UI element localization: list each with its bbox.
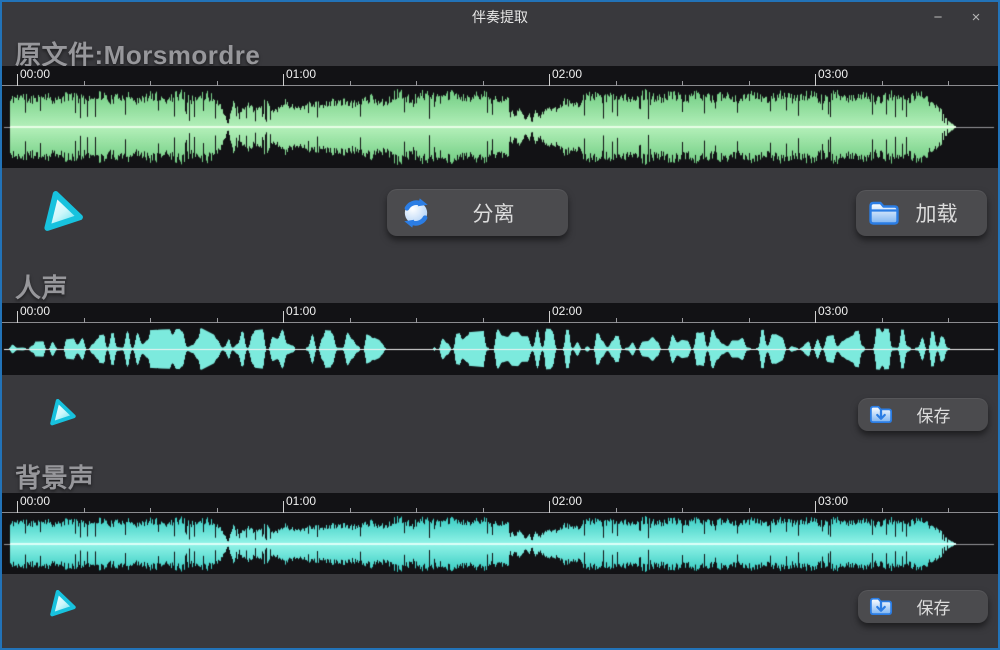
timeline-label: 02:00 — [552, 494, 582, 508]
timeline-label: 01:00 — [286, 67, 316, 81]
close-button[interactable]: × — [958, 2, 994, 32]
timeline-label: 00:00 — [20, 67, 50, 81]
vocals-waveform[interactable] — [2, 323, 998, 375]
timeline-label: 02:00 — [552, 304, 582, 318]
timeline-tick — [549, 501, 550, 513]
load-button[interactable]: 加载 — [856, 190, 987, 236]
timeline-tick — [549, 311, 550, 323]
separate-button[interactable]: 分离 — [387, 189, 568, 236]
timeline-label: 03:00 — [818, 67, 848, 81]
save-folder-icon — [869, 404, 893, 426]
background-waveform[interactable] — [2, 513, 998, 574]
sync-icon — [399, 196, 433, 230]
play-icon — [47, 194, 83, 234]
timeline-tick — [815, 311, 816, 323]
timeline-tick — [17, 501, 18, 513]
timeline-label: 00:00 — [20, 494, 50, 508]
timeline-tick — [283, 74, 284, 86]
timeline-label: 03:00 — [818, 494, 848, 508]
timeline-label: 00:00 — [20, 304, 50, 318]
window-title: 伴奏提取 — [2, 2, 998, 32]
play-icon — [52, 592, 76, 618]
save-background-label: 保存 — [893, 594, 988, 619]
timeline-tick — [17, 74, 18, 86]
timeline-label: 03:00 — [818, 304, 848, 318]
timeline-tick — [815, 501, 816, 513]
save-folder-icon — [869, 596, 893, 618]
vocals-title: 人声 — [15, 268, 68, 305]
original-wave-panel: 00:00 01:00 02:00 03:00 — [2, 66, 998, 168]
play-vocals-button[interactable] — [44, 395, 81, 432]
timeline-tick — [17, 311, 18, 323]
timeline-label: 01:00 — [286, 304, 316, 318]
separate-button-label: 分离 — [433, 198, 568, 228]
load-button-label: 加载 — [900, 198, 987, 228]
timeline-background: 00:00 01:00 02:00 03:00 — [2, 493, 998, 513]
titlebar: 伴奏提取 − × — [2, 2, 998, 32]
save-vocals-button[interactable]: 保存 — [858, 398, 988, 431]
folder-icon — [868, 198, 900, 228]
minimize-button[interactable]: − — [920, 2, 956, 32]
original-waveform[interactable] — [2, 86, 998, 168]
timeline-tick — [283, 501, 284, 513]
background-wave-panel: 00:00 01:00 02:00 03:00 — [2, 493, 998, 574]
timeline-label: 02:00 — [552, 67, 582, 81]
save-vocals-label: 保存 — [893, 402, 988, 427]
background-title: 背景声 — [15, 458, 95, 495]
timeline-vocals: 00:00 01:00 02:00 03:00 — [2, 303, 998, 323]
vocals-wave-panel: 00:00 01:00 02:00 03:00 — [2, 303, 998, 375]
play-icon — [52, 401, 76, 427]
play-original-button[interactable] — [35, 185, 91, 241]
save-background-button[interactable]: 保存 — [858, 590, 988, 623]
app-window: 伴奏提取 − × 原文件:Morsmordre 00:0001:0002:000… — [0, 0, 1000, 650]
timeline-tick — [815, 74, 816, 86]
timeline-label: 01:00 — [286, 494, 316, 508]
play-background-button[interactable] — [44, 586, 81, 623]
timeline-tick — [549, 74, 550, 86]
timeline-original: 00:00 01:00 02:00 03:00 — [2, 66, 998, 86]
timeline-tick — [283, 311, 284, 323]
